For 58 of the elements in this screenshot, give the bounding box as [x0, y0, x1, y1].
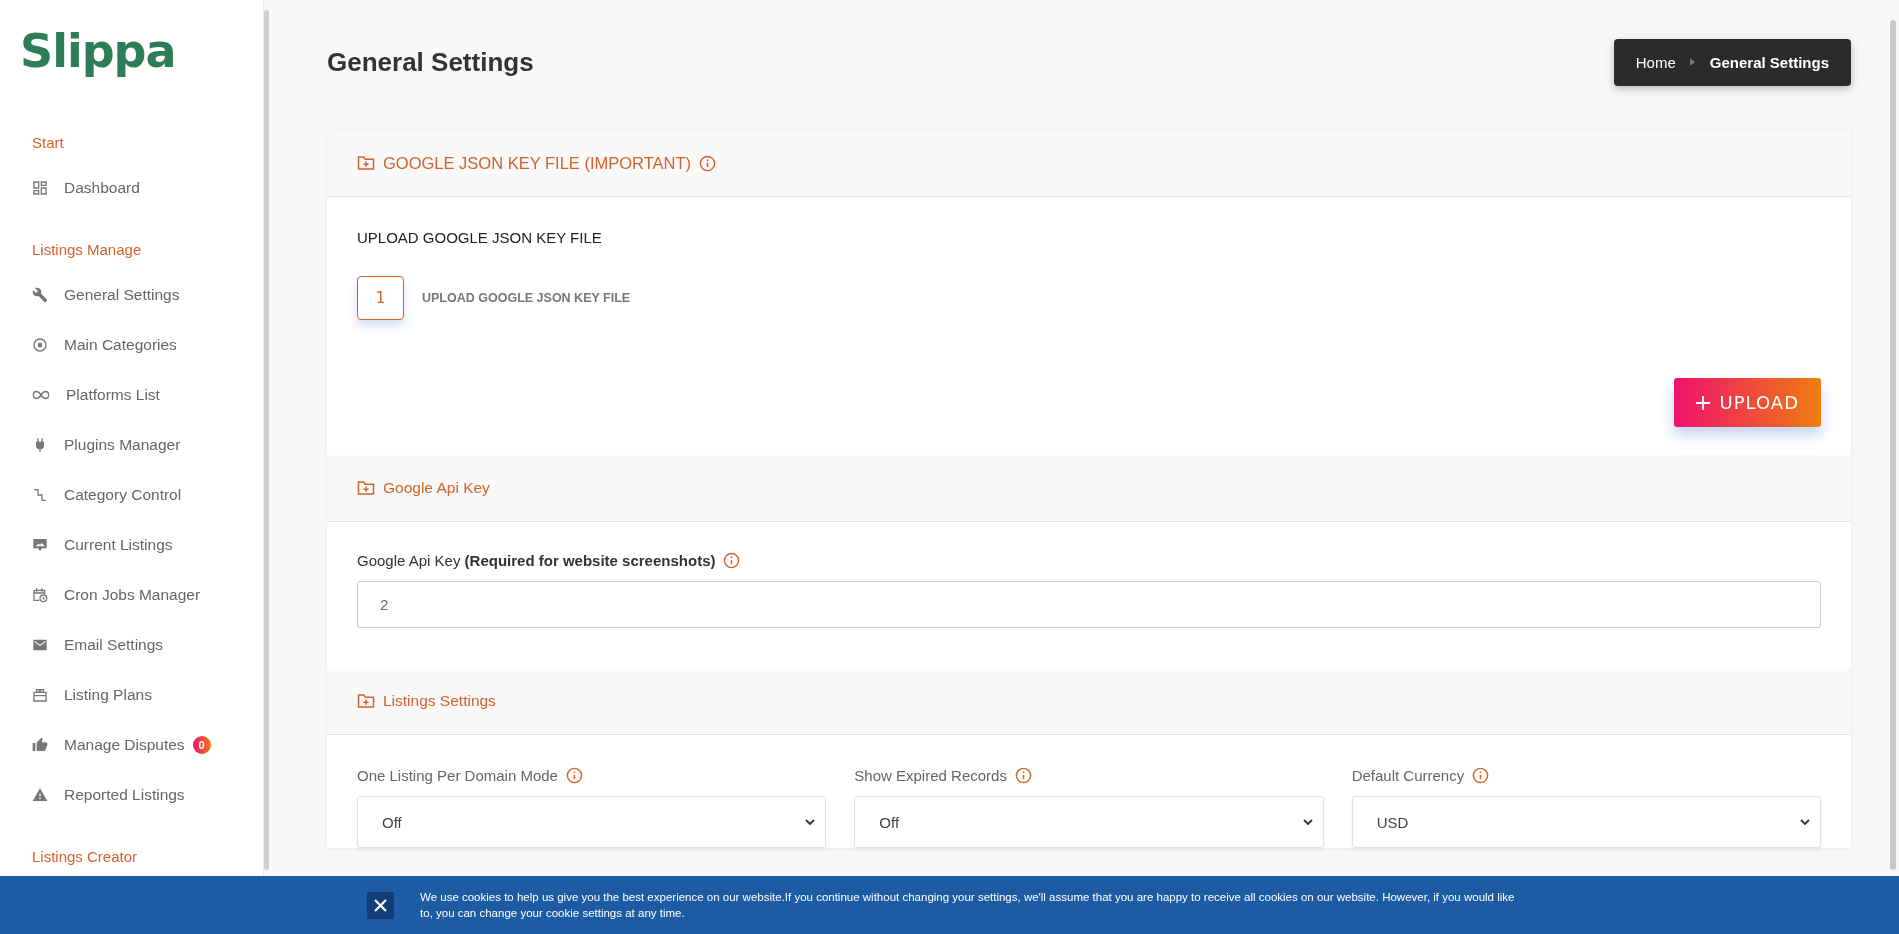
calendar-clock-icon: [32, 587, 48, 603]
select-field[interactable]: USD: [1351, 796, 1821, 848]
ticket-icon: [32, 687, 48, 703]
chevron-down-icon: [805, 818, 816, 826]
field-label: One Listing Per Domain Mode: [357, 767, 558, 784]
page-title: General Settings: [327, 46, 534, 78]
caret-icon: [1689, 58, 1696, 66]
sidebar-item[interactable]: Main Categories: [32, 320, 177, 370]
dashboard-icon: [32, 180, 48, 196]
sidebar-item[interactable]: Manage Disputes 0: [32, 720, 211, 770]
mail-icon: [32, 637, 48, 653]
sidebar-item[interactable]: Dashboard: [32, 163, 140, 213]
upload-heading: UPLOAD GOOGLE JSON KEY FILE: [357, 229, 603, 246]
wrench-icon: [32, 287, 48, 303]
close-icon: [374, 898, 387, 912]
thumbs-up-icon: [32, 737, 48, 753]
sidebar-item[interactable]: Platforms List: [32, 370, 160, 420]
breadcrumb-link[interactable]: Home: [1635, 53, 1676, 71]
page-scrollbar[interactable]: [1890, 20, 1896, 870]
sidebar-item[interactable]: Email Settings: [32, 620, 164, 670]
monitor-icon: [32, 537, 48, 553]
folder-plus-icon: [357, 479, 375, 497]
sidebar-item[interactable]: Plugins Manager: [32, 420, 181, 470]
sidebar-item[interactable]: Listing Plans: [32, 670, 152, 720]
sidebar-scrollbar[interactable]: [264, 10, 269, 870]
sidebar-item[interactable]: Reported Listings: [32, 770, 185, 820]
api-key-field[interactable]: 2: [357, 581, 1821, 628]
section-title: Google Api Key: [383, 479, 490, 497]
section-title: GOOGLE JSON KEY FILE (IMPORTANT): [383, 153, 692, 173]
stairs-icon: [32, 487, 48, 503]
close-button[interactable]: [367, 891, 394, 919]
sidebar-section-title: Listings Creator: [32, 848, 138, 865]
sidebar-item[interactable]: Current Listings: [32, 520, 173, 570]
sidebar-section-title: Start: [32, 134, 64, 151]
sidebar-item[interactable]: Category Control: [32, 470, 182, 520]
field-label: Show Expired Records: [854, 767, 1007, 784]
field-label: Google Api Key (Required for website screenshots): [357, 552, 716, 569]
folder-plus-icon: [357, 154, 375, 172]
sidebar-item[interactable]: General Settings: [32, 270, 180, 320]
step-label: UPLOAD GOOGLE JSON KEY FILE: [422, 291, 631, 305]
upload-button[interactable]: UPLOAD: [1673, 378, 1821, 427]
sidebar-section-title: Listings Manage: [32, 241, 142, 258]
select-field[interactable]: Off: [357, 796, 827, 848]
cookie-message: We use cookies to help us give you the best experience on our website.If you continue without changing your settings, we'll assume that you are happy to receive all cookies on our website. However, if you would like to, you can change your cookie settings at any time.: [420, 890, 1516, 921]
select-field[interactable]: Off: [854, 796, 1324, 848]
radio-circle-icon: [32, 337, 48, 353]
warning-icon: [32, 787, 48, 803]
step-number: 1: [357, 276, 404, 320]
sidebar-item[interactable]: Cron Jobs Manager: [32, 570, 201, 620]
logo: Slippa: [20, 24, 176, 78]
section-title: Listings Settings: [383, 692, 496, 710]
chevron-down-icon: [1800, 818, 1810, 826]
folder-plus-icon: [357, 692, 375, 710]
field-label: Default Currency: [1351, 767, 1465, 784]
plus-icon: [1695, 395, 1710, 410]
chevron-down-icon: [1302, 818, 1313, 826]
count-badge: 0: [192, 736, 211, 754]
breadcrumb-link[interactable]: General Settings: [1709, 53, 1829, 71]
